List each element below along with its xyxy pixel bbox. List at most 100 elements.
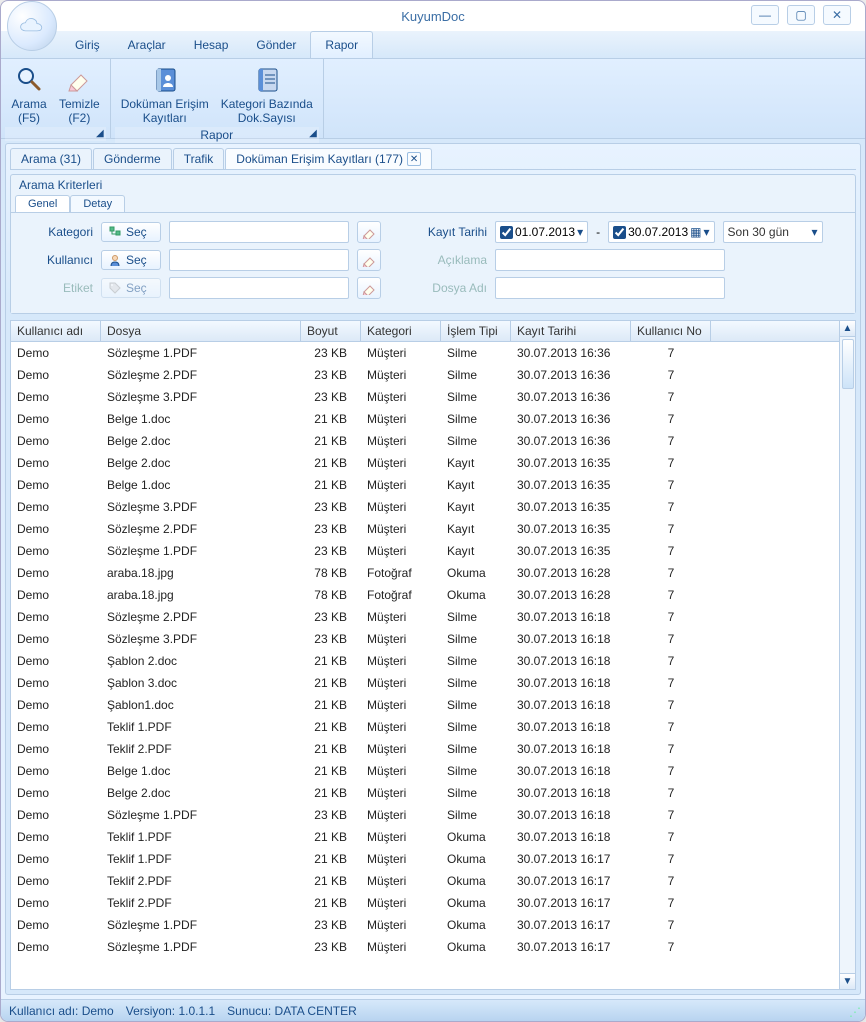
criteria-body: Kategori Seç Kayıt Tarihi xyxy=(11,212,855,313)
table-row[interactable]: DemoSözleşme 1.PDF23 KBMüşteriOkuma30.07… xyxy=(11,936,839,958)
menu-item-rapor[interactable]: Rapor xyxy=(310,31,373,58)
maximize-button[interactable]: ▢ xyxy=(787,5,815,25)
cell: Silme xyxy=(441,410,511,428)
scroll-down-arrow-icon[interactable]: ▼ xyxy=(840,973,855,989)
user-pick-button[interactable]: Seç xyxy=(101,250,161,270)
date-from-enable-checkbox[interactable] xyxy=(500,226,513,239)
cell: 7 xyxy=(631,608,711,626)
table-row[interactable]: DemoBelge 2.doc21 KBMüşteriSilme30.07.20… xyxy=(11,782,839,804)
cell: Belge 2.doc xyxy=(101,454,301,472)
close-icon[interactable]: ✕ xyxy=(407,152,421,166)
column-header-file[interactable]: Dosya xyxy=(101,321,301,341)
table-row[interactable]: DemoBelge 1.doc21 KBMüşteriSilme30.07.20… xyxy=(11,760,839,782)
date-from-picker[interactable]: 01.07.2013 ▾ xyxy=(495,221,588,243)
table-row[interactable]: DemoSözleşme 1.PDF23 KBMüşteriSilme30.07… xyxy=(11,342,839,364)
cell: Okuma xyxy=(441,872,511,890)
menu-item-gönder[interactable]: Gönder xyxy=(242,32,310,58)
date-range-preset[interactable]: Son 30 gün ▾ xyxy=(723,221,823,243)
clear-button-label: Temizle (F2) xyxy=(59,97,100,125)
column-header-optype[interactable]: İşlem Tipi xyxy=(441,321,511,341)
chevron-down-icon[interactable]: ▾ xyxy=(704,225,710,239)
table-row[interactable]: DemoŞablon 2.doc21 KBMüşteriSilme30.07.2… xyxy=(11,650,839,672)
cell: Belge 1.doc xyxy=(101,476,301,494)
tab-dokuman-erisim[interactable]: Doküman Erişim Kayıtları (177) ✕ xyxy=(225,148,432,169)
table-row[interactable]: DemoSözleşme 3.PDF23 KBMüşteriSilme30.07… xyxy=(11,386,839,408)
table-row[interactable]: DemoTeklif 2.PDF21 KBMüşteriOkuma30.07.2… xyxy=(11,892,839,914)
cell: 7 xyxy=(631,542,711,560)
column-header-size[interactable]: Boyut xyxy=(301,321,361,341)
table-row[interactable]: DemoŞablon 3.doc21 KBMüşteriSilme30.07.2… xyxy=(11,672,839,694)
cell: 30.07.2013 16:18 xyxy=(511,652,631,670)
close-button[interactable]: ✕ xyxy=(823,5,851,25)
cell: 7 xyxy=(631,630,711,648)
scroll-thumb[interactable] xyxy=(842,339,854,389)
calendar-icon[interactable]: ▦ xyxy=(690,225,701,239)
table-row[interactable]: Demoaraba.18.jpg78 KBFotoğrafOkuma30.07.… xyxy=(11,584,839,606)
table-row[interactable]: DemoŞablon1.doc21 KBMüşteriSilme30.07.20… xyxy=(11,694,839,716)
search-button[interactable]: Arama (F5) xyxy=(5,61,53,127)
chevron-down-icon[interactable]: ▾ xyxy=(577,225,583,239)
minimize-button[interactable]: — xyxy=(751,5,779,25)
cell: Demo xyxy=(11,828,101,846)
cell: Belge 1.doc xyxy=(101,410,301,428)
category-pick-button[interactable]: Seç xyxy=(101,222,161,242)
dialog-launcher-icon[interactable]: ◢ xyxy=(96,128,104,139)
cell: 7 xyxy=(631,740,711,758)
doc-access-log-button[interactable]: Doküman Erişim Kayıtları xyxy=(115,61,215,127)
date-to-picker[interactable]: 30.07.2013 ▦ ▾ xyxy=(608,221,714,243)
column-header-recdate[interactable]: Kayıt Tarihi xyxy=(511,321,631,341)
table-row[interactable]: DemoSözleşme 2.PDF23 KBMüşteriSilme30.07… xyxy=(11,606,839,628)
column-header-category[interactable]: Kategori xyxy=(361,321,441,341)
table-row[interactable]: DemoBelge 2.doc21 KBMüşteriKayıt30.07.20… xyxy=(11,452,839,474)
cell: 30.07.2013 16:35 xyxy=(511,542,631,560)
cell: 7 xyxy=(631,520,711,538)
table-row[interactable]: DemoSözleşme 2.PDF23 KBMüşteriKayıt30.07… xyxy=(11,518,839,540)
cell: Müşteri xyxy=(361,630,441,648)
table-row[interactable]: DemoBelge 1.doc21 KBMüşteriSilme30.07.20… xyxy=(11,408,839,430)
app-menu-orb[interactable] xyxy=(7,1,57,51)
date-to-enable-checkbox[interactable] xyxy=(613,226,626,239)
tag-clear-button[interactable] xyxy=(357,277,381,299)
category-clear-button[interactable] xyxy=(357,221,381,243)
column-header-user[interactable]: Kullanıcı adı xyxy=(11,321,101,341)
dialog-launcher-icon[interactable]: ◢ xyxy=(309,128,317,139)
menu-item-giriş[interactable]: Giriş xyxy=(61,32,114,58)
filename-input[interactable] xyxy=(495,277,725,299)
resize-grip-icon[interactable]: ⋰ xyxy=(849,1005,861,1019)
tab-gonderme[interactable]: Gönderme xyxy=(93,148,172,169)
user-clear-button[interactable] xyxy=(357,249,381,271)
menu-item-araçlar[interactable]: Araçlar xyxy=(114,32,180,58)
table-row[interactable]: DemoTeklif 2.PDF21 KBMüşteriOkuma30.07.2… xyxy=(11,870,839,892)
scroll-up-arrow-icon[interactable]: ▲ xyxy=(840,321,855,337)
vertical-scrollbar[interactable]: ▲ ▼ xyxy=(839,321,855,989)
clear-button[interactable]: Temizle (F2) xyxy=(53,61,106,127)
table-row[interactable]: DemoSözleşme 1.PDF23 KBMüşteriSilme30.07… xyxy=(11,804,839,826)
table-row[interactable]: DemoSözleşme 2.PDF23 KBMüşteriSilme30.07… xyxy=(11,364,839,386)
table-row[interactable]: DemoSözleşme 1.PDF23 KBMüşteriOkuma30.07… xyxy=(11,914,839,936)
cell: Belge 2.doc xyxy=(101,432,301,450)
cell: Fotoğraf xyxy=(361,586,441,604)
category-doc-count-button[interactable]: Kategori Bazında Dok.Sayısı xyxy=(215,61,319,127)
table-row[interactable]: DemoTeklif 1.PDF21 KBMüşteriSilme30.07.2… xyxy=(11,716,839,738)
table-row[interactable]: DemoSözleşme 1.PDF23 KBMüşteriKayıt30.07… xyxy=(11,540,839,562)
cell: Silme xyxy=(441,718,511,736)
table-row[interactable]: DemoTeklif 1.PDF21 KBMüşteriOkuma30.07.2… xyxy=(11,826,839,848)
cell: 7 xyxy=(631,652,711,670)
criteria-tab-general[interactable]: Genel xyxy=(15,195,70,212)
table-row[interactable]: DemoTeklif 1.PDF21 KBMüşteriOkuma30.07.2… xyxy=(11,848,839,870)
cell: Silme xyxy=(441,608,511,626)
column-header-userno[interactable]: Kullanıcı No xyxy=(631,321,711,341)
criteria-tab-detail[interactable]: Detay xyxy=(70,195,125,212)
tab-trafik[interactable]: Trafik xyxy=(173,148,225,169)
table-row[interactable]: DemoTeklif 2.PDF21 KBMüşteriSilme30.07.2… xyxy=(11,738,839,760)
table-row[interactable]: DemoSözleşme 3.PDF23 KBMüşteriSilme30.07… xyxy=(11,628,839,650)
table-row[interactable]: DemoBelge 1.doc21 KBMüşteriKayıt30.07.20… xyxy=(11,474,839,496)
menu-item-hesap[interactable]: Hesap xyxy=(180,32,243,58)
table-row[interactable]: DemoBelge 2.doc21 KBMüşteriSilme30.07.20… xyxy=(11,430,839,452)
cell: 23 KB xyxy=(301,542,361,560)
tab-arama[interactable]: Arama (31) xyxy=(10,148,92,169)
table-row[interactable]: Demoaraba.18.jpg78 KBFotoğrafOkuma30.07.… xyxy=(11,562,839,584)
table-row[interactable]: DemoSözleşme 3.PDF23 KBMüşteriKayıt30.07… xyxy=(11,496,839,518)
cell: Müşteri xyxy=(361,740,441,758)
description-input[interactable] xyxy=(495,249,725,271)
